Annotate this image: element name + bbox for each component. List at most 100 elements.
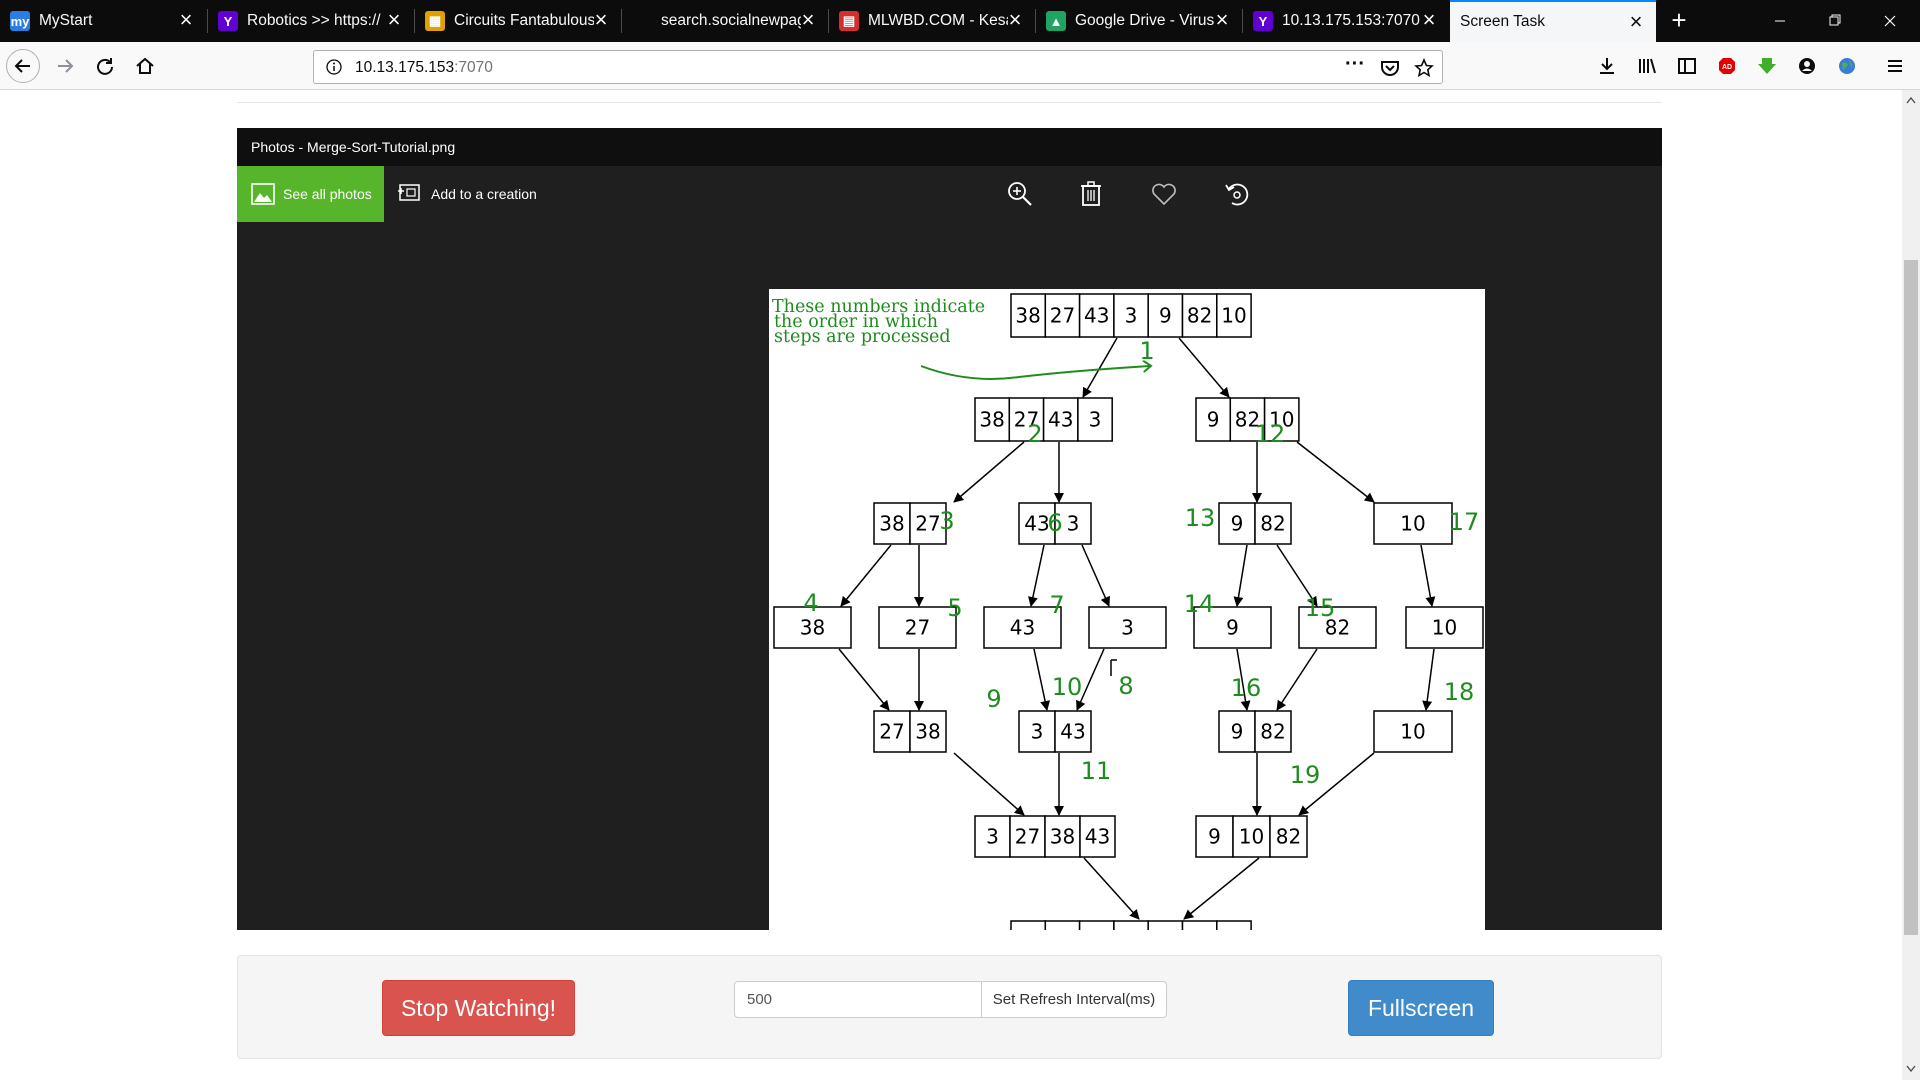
array-cell xyxy=(1078,920,1115,930)
tab-title: MLWBD.COM - Kesa xyxy=(868,12,1008,29)
tab-4[interactable]: search.socialnewpag × xyxy=(622,0,828,42)
array-value: 9 xyxy=(1159,304,1172,328)
stop-watching-button[interactable]: Stop Watching! xyxy=(382,980,575,1036)
step-number: 6 xyxy=(1047,509,1062,537)
globe-extension-button[interactable] xyxy=(1830,49,1864,83)
tab-5[interactable]: ▤ MLWBD.COM - Kesa × xyxy=(829,0,1035,42)
tab-close-icon[interactable]: × xyxy=(176,9,196,31)
tab-separator xyxy=(414,9,415,33)
tab-separator xyxy=(207,9,208,33)
favorite-button[interactable] xyxy=(1148,178,1180,210)
download-helper-button[interactable] xyxy=(1750,49,1784,83)
zoom-button[interactable] xyxy=(1004,178,1036,210)
close-window-button[interactable] xyxy=(1870,8,1910,34)
minimize-button[interactable] xyxy=(1760,8,1800,34)
step-number: 4 xyxy=(803,589,818,617)
tab-close-icon[interactable]: × xyxy=(591,9,611,31)
add-creation-icon xyxy=(398,184,420,201)
tree-arrow xyxy=(1083,857,1140,920)
scrollbar-thumb[interactable] xyxy=(1904,260,1918,935)
annotation-note-line: steps are processed xyxy=(774,327,951,347)
set-refresh-interval-button[interactable]: Set Refresh Interval(ms) xyxy=(981,981,1167,1018)
tab-close-icon[interactable]: × xyxy=(1212,9,1232,31)
array-value: 82 xyxy=(1260,720,1285,744)
handwritten-arrow xyxy=(920,366,1149,380)
yahoo-icon: Y xyxy=(218,11,238,31)
tab-title: Google Drive - Virus xyxy=(1075,12,1215,29)
controls-panel: Stop Watching! 500 Set Refresh Interval(… xyxy=(237,955,1662,1059)
adblock-button[interactable]: AD xyxy=(1710,49,1744,83)
account-icon xyxy=(1799,58,1815,74)
tab-title: 10.13.175.153:7070 xyxy=(1282,12,1420,29)
tab-1[interactable]: my MyStart × xyxy=(0,0,206,42)
final-array-partial xyxy=(1010,920,1252,930)
forward-button[interactable] xyxy=(48,49,82,83)
tab-separator xyxy=(621,9,622,33)
scroll-down-arrow-icon[interactable] xyxy=(1906,1065,1916,1073)
add-to-creation-button[interactable]: Add to a creation xyxy=(397,166,537,222)
array-value: 9 xyxy=(1208,825,1221,849)
photo-image: 38 27 43 3 9 82 10 38 27 43 3 9 82 10 38 27 43 3 9 82 10 38 27… xyxy=(769,289,1485,930)
single-element-array: 27 xyxy=(878,606,957,649)
array-value: 38 xyxy=(1050,825,1075,849)
restore-icon xyxy=(1829,14,1841,26)
array-value: 27 xyxy=(1015,825,1040,849)
array-value: 38 xyxy=(979,408,1004,432)
menu-button[interactable] xyxy=(1878,49,1912,83)
refresh-interval-input[interactable]: 500 xyxy=(734,981,982,1018)
array-value: 10 xyxy=(1400,512,1425,536)
globe-icon xyxy=(1839,58,1855,74)
add-to-creation-label: Add to a creation xyxy=(431,186,537,202)
google-drive-icon: ▲ xyxy=(1046,11,1066,31)
array-cell xyxy=(1044,920,1081,930)
restore-button[interactable] xyxy=(1815,8,1855,34)
tab-close-icon[interactable]: × xyxy=(798,9,818,31)
tab-separator xyxy=(1035,9,1036,33)
reload-button[interactable] xyxy=(88,49,122,83)
downloads-button[interactable] xyxy=(1590,49,1624,83)
pocket-icon[interactable] xyxy=(1380,58,1400,78)
array-value: 3 xyxy=(1067,512,1080,536)
array-value: 82 xyxy=(1260,512,1285,536)
tree-arrow xyxy=(953,752,1025,816)
rotate-button[interactable] xyxy=(1221,178,1253,210)
account-button[interactable] xyxy=(1790,49,1824,83)
step-number: 19 xyxy=(1290,761,1321,789)
tree-arrow xyxy=(838,648,890,711)
tab-3[interactable]: ▦ Circuits Fantabulous × xyxy=(415,0,621,42)
tab-7[interactable]: Y 10.13.175.153:7070 × xyxy=(1243,0,1449,42)
url-port: :7070 xyxy=(454,59,493,76)
back-button[interactable] xyxy=(6,49,40,83)
tab-title: search.socialnewpag xyxy=(661,12,801,29)
scroll-up-arrow-icon[interactable] xyxy=(1906,96,1916,104)
merged-array: 27 38 xyxy=(873,710,947,753)
tree-arrow xyxy=(1422,648,1435,711)
delete-button[interactable] xyxy=(1075,178,1107,210)
tab-close-icon[interactable]: × xyxy=(1419,9,1439,31)
tab-close-icon[interactable]: × xyxy=(1626,11,1646,33)
tab-8[interactable]: Screen Task × xyxy=(1450,0,1656,42)
bookmark-star-icon[interactable] xyxy=(1414,58,1434,78)
url-bar[interactable]: 10.13.175.153:7070 ··· xyxy=(313,50,1443,84)
tab-close-icon[interactable]: × xyxy=(1005,9,1025,31)
sidebar-button[interactable] xyxy=(1670,49,1704,83)
tab-separator xyxy=(1242,9,1243,33)
step-number: 5 xyxy=(947,594,962,622)
library-button[interactable] xyxy=(1630,49,1664,83)
tab-6[interactable]: ▲ Google Drive - Virus × xyxy=(1036,0,1242,42)
info-icon[interactable] xyxy=(326,59,342,75)
tree-arrow xyxy=(1183,857,1260,920)
merged-array: 9 10 82 xyxy=(1195,815,1308,858)
merged-array: 10 xyxy=(1373,710,1453,753)
tab-2[interactable]: Y Robotics >> https://× xyxy=(208,0,414,42)
tab-close-icon[interactable]: × xyxy=(384,9,404,31)
split-array: 38 27 xyxy=(873,502,947,545)
photo-gallery-icon xyxy=(251,183,275,205)
step-number: 1 xyxy=(1139,337,1154,365)
see-all-photos-button[interactable]: See all photos xyxy=(237,166,384,222)
home-button[interactable] xyxy=(128,49,162,83)
page-actions-button[interactable]: ··· xyxy=(1342,54,1368,79)
step-number: 9 xyxy=(986,685,1001,713)
fullscreen-button[interactable]: Fullscreen xyxy=(1348,980,1494,1036)
new-tab-button[interactable]: + xyxy=(1664,6,1694,36)
